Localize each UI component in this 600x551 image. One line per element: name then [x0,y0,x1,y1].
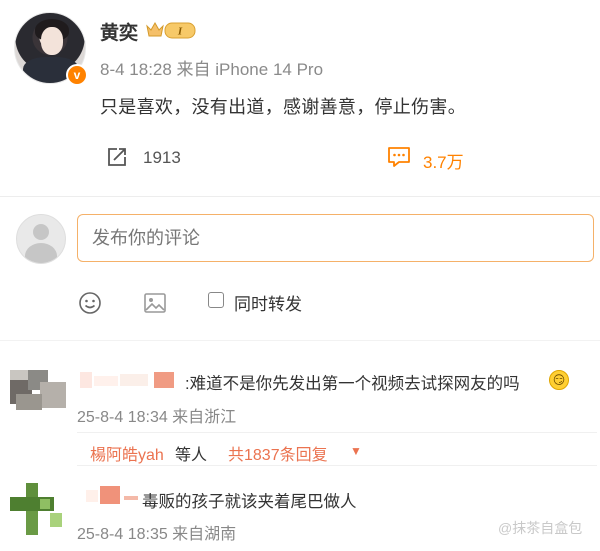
post-meta: 8-4 18:28 来自 iPhone 14 Pro [100,60,324,79]
smirk-emoji-icon: 😏 [549,370,569,390]
image-icon[interactable] [143,292,167,314]
also-repost-checkbox[interactable] [208,292,224,308]
comment-1-text-row: :难道不是你先发出第一个视频去试探网友的吗 [185,370,520,394]
reply-total-link[interactable]: 共1837条回复 [228,441,328,465]
avatar-body-shape [25,243,57,263]
divider [0,196,600,197]
comment-input[interactable] [77,214,594,262]
comment-icon[interactable] [387,146,411,168]
badge-label: I [177,26,183,38]
author-name[interactable]: 黄奕 [100,18,138,45]
current-user-avatar [16,214,66,264]
watermark: @抹茶自盒包 [498,520,583,536]
comment-2-text: 毒贩的孩子就该夹着尾巴做人 [142,493,357,511]
crown-badge-icon[interactable]: I [146,20,196,40]
comment-1-text: 难道不是你先发出第一个视频去试探网友的吗 [189,375,520,393]
redacted-username[interactable] [86,486,140,504]
emoji-icon[interactable] [78,291,102,315]
comment-count[interactable]: 3.7万 [423,148,464,173]
avatar-face [41,27,63,55]
redacted-username[interactable] [80,372,176,388]
avatar-head-shape [33,224,49,240]
chevron-down-icon[interactable]: ▼ [350,444,362,458]
also-repost-label[interactable]: 同时转发 [234,290,302,315]
reply-etc-label: 等人 [175,447,208,464]
post-content: 只是喜欢，没有出道，感谢善意，停止伤害。 [100,97,466,117]
commenter-avatar[interactable] [10,370,66,410]
repost-icon[interactable] [106,146,128,168]
verified-badge-icon: v [66,64,88,86]
repost-count[interactable]: 1913 [143,148,181,168]
reply-username[interactable]: 楊阿皓yah [90,441,164,465]
commenter-avatar[interactable] [10,483,66,535]
comment-2-meta: 25-8-4 18:35 来自湖南 [77,526,237,543]
comment-1-meta: 25-8-4 18:34 来自浙江 [77,409,237,426]
